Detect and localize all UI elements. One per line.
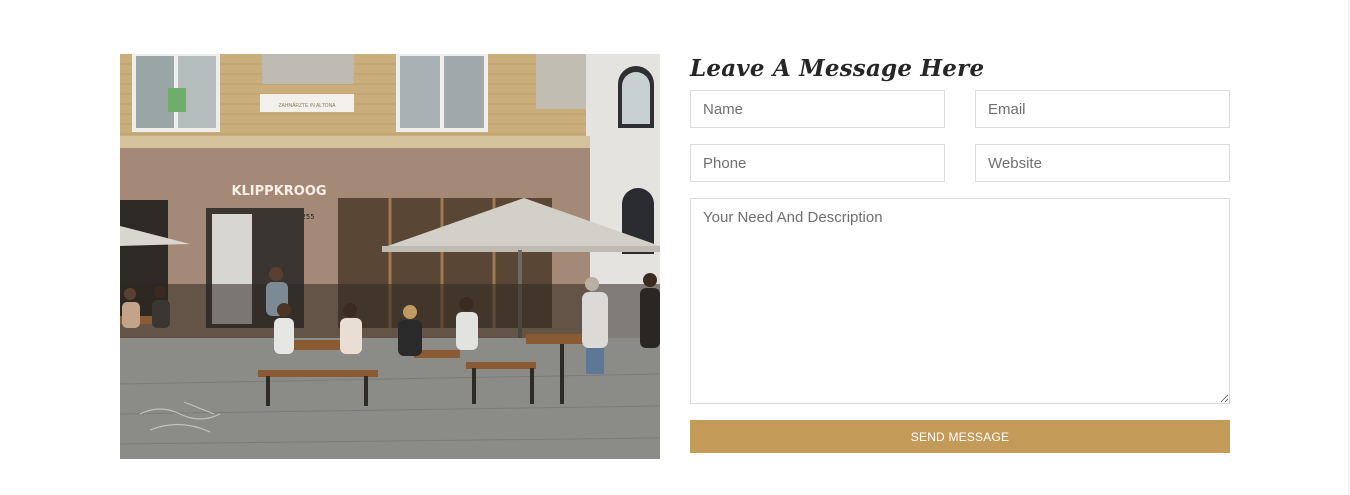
cafe-photo: ZAHNÄRZTE IN ALTONA KLIPPKROOG 255 bbox=[120, 54, 660, 459]
name-input[interactable] bbox=[690, 90, 945, 128]
phone-input[interactable] bbox=[690, 144, 945, 182]
description-textarea[interactable] bbox=[690, 198, 1230, 404]
right-edge-divider bbox=[1348, 0, 1349, 495]
storefront-sign: KLIPPKROOG bbox=[231, 184, 326, 199]
send-message-button[interactable]: SEND MESSAGE bbox=[690, 420, 1230, 453]
contact-form: Leave A Message Here SEND MESSAGE bbox=[690, 54, 1230, 459]
email-input[interactable] bbox=[975, 90, 1230, 128]
upper-sign-text: ZAHNÄRZTE IN ALTONA bbox=[278, 102, 336, 109]
page: ZAHNÄRZTE IN ALTONA KLIPPKROOG 255 Leave… bbox=[0, 0, 1350, 495]
website-input[interactable] bbox=[975, 144, 1230, 182]
form-heading: Leave A Message Here bbox=[690, 55, 985, 82]
